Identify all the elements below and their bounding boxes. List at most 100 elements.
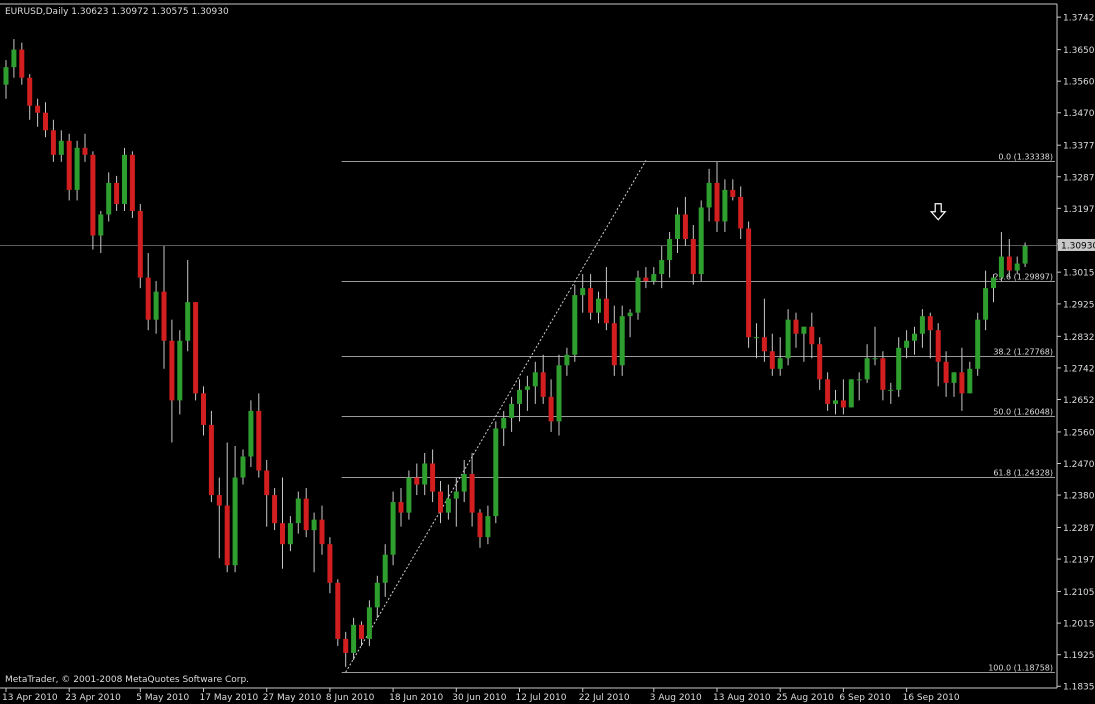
bear-candle-body: [540, 372, 546, 397]
x-tick-label: 25 Aug 2010: [776, 693, 834, 703]
bull-candle-body: [619, 316, 625, 366]
bull-candle-body: [453, 491, 459, 499]
bear-candle-body: [769, 351, 775, 369]
bear-candle-body: [398, 502, 404, 513]
bear-candle-body: [588, 288, 594, 313]
bear-candle-body: [793, 319, 799, 334]
y-tick-label: 1.37425: [1063, 14, 1095, 24]
bull-candle-body: [509, 403, 515, 418]
bull-candle-body: [912, 333, 917, 341]
fib-level-label: 38.2 (1.27768): [993, 348, 1053, 357]
y-tick-label: 1.22875: [1063, 524, 1095, 534]
bull-candle-body: [501, 417, 507, 429]
bull-candle-body: [651, 274, 657, 282]
bear-candle-body: [27, 77, 33, 106]
x-tick-label: 8 Jun 2010: [326, 693, 375, 703]
bear-candle-body: [880, 358, 886, 390]
bull-candle-body: [754, 337, 759, 339]
y-tick-label: 1.31975: [1063, 205, 1095, 215]
bull-candle-body: [248, 410, 254, 457]
bull-candle-body: [919, 316, 925, 334]
bull-candle-body: [896, 347, 902, 390]
bear-candle-body: [272, 495, 278, 524]
x-tick-label: 3 Aug 2010: [650, 693, 702, 703]
bull-candle-body: [311, 519, 317, 531]
bull-candle-body: [572, 295, 578, 355]
y-tick-label: 1.34700: [1063, 109, 1095, 119]
bull-candle-body: [122, 154, 127, 204]
bull-candle-body: [975, 319, 981, 369]
bull-candle-body: [374, 582, 380, 608]
bull-candle-body: [856, 379, 862, 381]
bull-candle-body: [351, 624, 357, 653]
fib-level-label: 61.8 (1.24328): [993, 469, 1053, 478]
y-tick-label: 1.21050: [1063, 588, 1095, 598]
bear-candle-body: [335, 582, 341, 639]
x-tick-label: 17 May 2010: [200, 693, 259, 703]
y-tick-label: 1.28325: [1063, 333, 1095, 343]
bear-candle-body: [224, 505, 230, 566]
bear-candle-body: [825, 379, 831, 404]
candlestick-chart[interactable]: 0.0 (1.33338)23.6 (1.29897)38.2 (1.27768…: [0, 0, 1095, 704]
bear-candle-body: [682, 214, 688, 240]
y-tick-label: 1.35600: [1063, 78, 1095, 88]
bear-candle-body: [82, 147, 88, 155]
bear-candle-body: [746, 228, 752, 338]
bear-candle-body: [90, 154, 96, 236]
x-tick-label: 13 Aug 2010: [713, 693, 771, 703]
bull-candle-body: [11, 49, 17, 68]
bull-candle-body: [864, 358, 870, 380]
bull-candle-body: [106, 182, 112, 215]
bear-candle-body: [469, 474, 475, 513]
bull-candle-body: [722, 189, 728, 222]
y-tick-label: 1.21975: [1063, 556, 1095, 566]
y-tick-label: 1.33775: [1063, 142, 1095, 152]
bull-candle-body: [888, 389, 894, 391]
bear-candle-body: [548, 396, 554, 422]
bull-candle-body: [991, 277, 996, 289]
x-tick-label: 22 Jul 2010: [579, 693, 630, 703]
bull-candle-body: [667, 239, 673, 261]
y-tick-label: 1.20150: [1063, 620, 1095, 630]
bull-candle-body: [485, 516, 491, 538]
bear-candle-body: [761, 337, 767, 352]
bull-candle-body: [1022, 246, 1028, 264]
bear-candle-body: [430, 463, 436, 492]
bear-candle-body: [935, 330, 941, 362]
bear-candle-body: [114, 182, 120, 204]
copyright-footer: MetaTrader, © 2001-2008 MetaQuotes Softw…: [5, 675, 249, 685]
bull-candle-body: [983, 288, 989, 320]
bull-candle-body: [833, 400, 838, 404]
bear-candle-body: [738, 196, 744, 229]
y-tick-label: 1.24700: [1063, 460, 1095, 470]
bull-candle-body: [967, 368, 973, 394]
bear-candle-body: [477, 512, 483, 538]
fib-level-label: 100.0 (1.18758): [988, 664, 1053, 673]
bear-candle-body: [438, 491, 443, 513]
x-tick-label: 18 Jun 2010: [389, 693, 443, 703]
bull-candle-body: [580, 288, 586, 296]
y-tick-label: 1.36500: [1063, 46, 1095, 56]
bear-candle-body: [840, 400, 846, 408]
x-tick-label: 6 Sep 2010: [839, 693, 891, 703]
bear-candle-body: [201, 393, 206, 425]
bear-candle-body: [927, 316, 933, 331]
bull-candle-body: [564, 354, 570, 366]
bear-candle-body: [319, 519, 325, 545]
bear-candle-body: [66, 140, 72, 190]
bear-candle-body: [137, 210, 143, 278]
fib-level-label: 0.0 (1.33338): [998, 153, 1053, 162]
bull-candle-body: [382, 554, 388, 583]
bull-candle-body: [493, 428, 499, 517]
bull-candle-body: [596, 298, 601, 313]
bull-candle-body: [998, 256, 1004, 278]
bear-candle-body: [817, 344, 823, 380]
bull-candle-body: [461, 474, 467, 492]
bull-candle-body: [524, 386, 530, 390]
bull-candle-body: [951, 372, 957, 383]
bull-candle-body: [675, 214, 680, 240]
x-tick-label: 5 May 2010: [136, 693, 189, 703]
bear-candle-body: [343, 638, 349, 653]
bear-candle-body: [43, 112, 48, 131]
bull-candle-body: [517, 389, 522, 404]
